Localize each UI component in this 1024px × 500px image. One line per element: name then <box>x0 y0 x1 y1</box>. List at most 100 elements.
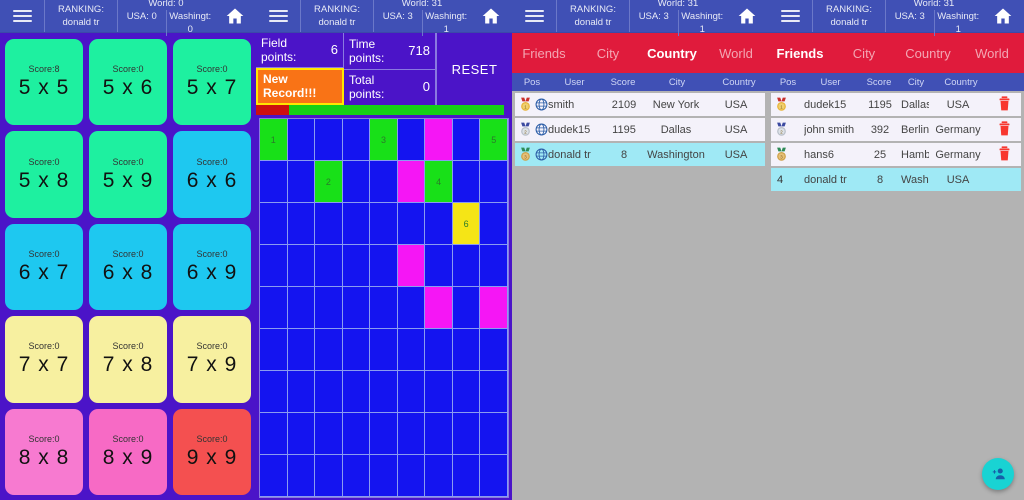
game-cell-r6-c1[interactable] <box>260 329 288 371</box>
menu-button-4[interactable] <box>768 0 812 32</box>
level-tile-6x9[interactable]: Score:0 6 x 9 <box>173 223 251 311</box>
game-cell-r9-c5[interactable] <box>370 455 398 497</box>
game-cell-r7-c7[interactable] <box>425 371 453 413</box>
home-button-3[interactable] <box>726 0 768 32</box>
level-tile-7x9[interactable]: Score:0 7 x 9 <box>173 316 251 403</box>
level-tile-6x7[interactable]: Score:0 6 x 7 <box>5 223 83 311</box>
game-grid[interactable]: 1 3 5 2 46 <box>259 118 509 498</box>
game-cell-r7-c1[interactable] <box>260 371 288 413</box>
game-cell-r7-c9[interactable] <box>480 371 508 413</box>
add-friend-button[interactable] <box>982 458 1014 490</box>
tab-friends[interactable]: Friends <box>768 46 832 61</box>
game-cell-r4-c1[interactable] <box>260 245 288 287</box>
game-cell-r3-c5[interactable] <box>370 203 398 245</box>
game-cell-r1-c5[interactable]: 3 <box>370 119 398 161</box>
game-cell-r9-c8[interactable] <box>452 455 481 497</box>
game-cell-r1-c8[interactable] <box>452 119 481 161</box>
game-cell-r5-c6[interactable] <box>397 287 426 329</box>
game-cell-r6-c6[interactable] <box>397 329 426 371</box>
tab-friends[interactable]: Friends <box>512 46 576 61</box>
game-cell-r3-c4[interactable] <box>342 203 371 245</box>
game-cell-r2-c2[interactable] <box>287 161 316 203</box>
game-cell-r3-c1[interactable] <box>260 203 288 245</box>
game-cell-r6-c7[interactable] <box>425 329 453 371</box>
game-cell-r5-c2[interactable] <box>287 287 316 329</box>
game-cell-r7-c5[interactable] <box>370 371 398 413</box>
game-cell-r5-c5[interactable] <box>370 287 398 329</box>
level-tile-5x7[interactable]: Score:0 5 x 7 <box>173 39 251 126</box>
game-cell-r1-c3[interactable] <box>315 119 343 161</box>
menu-button-2[interactable] <box>256 0 300 32</box>
game-cell-r7-c8[interactable] <box>452 371 481 413</box>
level-tile-5x8[interactable]: Score:0 5 x 8 <box>5 131 83 218</box>
game-cell-r8-c9[interactable] <box>480 413 508 455</box>
table-row[interactable]: 2 john smith 392 Berlin Germany <box>771 118 1021 141</box>
level-tile-5x6[interactable]: Score:0 5 x 6 <box>89 39 167 126</box>
game-cell-r5-c7[interactable] <box>425 287 453 329</box>
game-cell-r4-c3[interactable] <box>315 245 343 287</box>
game-cell-r5-c3[interactable] <box>315 287 343 329</box>
reset-button[interactable]: RESET <box>436 33 512 105</box>
game-cell-r4-c7[interactable] <box>425 245 453 287</box>
delete-friend-button[interactable] <box>987 94 1021 116</box>
game-cell-r3-c7[interactable] <box>425 203 453 245</box>
level-tile-6x8[interactable]: Score:0 6 x 8 <box>89 223 167 311</box>
delete-friend-button[interactable] <box>987 119 1021 141</box>
table-row[interactable]: 3 hans6 25 Hamburg Germany <box>771 143 1021 166</box>
game-cell-r4-c8[interactable] <box>452 245 481 287</box>
game-cell-r8-c7[interactable] <box>425 413 453 455</box>
level-tile-7x8[interactable]: Score:0 7 x 8 <box>89 316 167 403</box>
home-button-1[interactable] <box>214 0 256 32</box>
table-row[interactable]: 4 donald tr 8 Washington USA <box>771 168 1021 191</box>
game-cell-r7-c3[interactable] <box>315 371 343 413</box>
game-cell-r3-c2[interactable] <box>287 203 316 245</box>
game-cell-r4-c5[interactable] <box>370 245 398 287</box>
level-tile-8x9[interactable]: Score:0 8 x 9 <box>89 408 167 495</box>
game-cell-r4-c9[interactable] <box>480 245 508 287</box>
game-cell-r8-c5[interactable] <box>370 413 398 455</box>
level-tile-5x9[interactable]: Score:0 5 x 9 <box>89 131 167 218</box>
game-cell-r8-c6[interactable] <box>397 413 426 455</box>
game-cell-r1-c4[interactable] <box>342 119 371 161</box>
game-cell-r1-c7[interactable] <box>425 119 453 161</box>
game-cell-r8-c1[interactable] <box>260 413 288 455</box>
game-cell-r1-c2[interactable] <box>287 119 316 161</box>
level-tile-5x5[interactable]: Score:8 5 x 5 <box>5 39 83 126</box>
game-cell-r7-c2[interactable] <box>287 371 316 413</box>
game-cell-r1-c6[interactable] <box>397 119 426 161</box>
game-cell-r1-c1[interactable]: 1 <box>260 119 288 161</box>
tab-country[interactable]: Country <box>896 46 960 61</box>
game-cell-r9-c4[interactable] <box>342 455 371 497</box>
game-cell-r5-c4[interactable] <box>342 287 371 329</box>
tab-world[interactable]: World <box>960 46 1024 61</box>
game-cell-r8-c8[interactable] <box>452 413 481 455</box>
game-cell-r8-c2[interactable] <box>287 413 316 455</box>
game-cell-r8-c3[interactable] <box>315 413 343 455</box>
table-row[interactable]: 2 dudek15 1195 Dallas USA <box>515 118 765 141</box>
game-cell-r5-c8[interactable] <box>452 287 481 329</box>
game-cell-r6-c3[interactable] <box>315 329 343 371</box>
game-cell-r5-c9[interactable] <box>480 287 508 329</box>
menu-button-1[interactable] <box>0 0 44 32</box>
game-cell-r9-c9[interactable] <box>480 455 508 497</box>
game-cell-r6-c5[interactable] <box>370 329 398 371</box>
level-tile-9x9[interactable]: Score:0 9 x 9 <box>173 408 251 495</box>
table-row[interactable]: 1 smith 2109 New York USA <box>515 93 765 116</box>
game-cell-r5-c1[interactable] <box>260 287 288 329</box>
game-cell-r4-c6[interactable] <box>397 245 426 287</box>
game-cell-r6-c2[interactable] <box>287 329 316 371</box>
game-cell-r7-c4[interactable] <box>342 371 371 413</box>
game-cell-r9-c2[interactable] <box>287 455 316 497</box>
tab-country[interactable]: Country <box>640 46 704 61</box>
table-row[interactable]: 3 donald tr 8 Washington USA <box>515 143 765 166</box>
game-cell-r3-c6[interactable] <box>397 203 426 245</box>
game-cell-r3-c3[interactable] <box>315 203 343 245</box>
game-cell-r9-c1[interactable] <box>260 455 288 497</box>
game-cell-r9-c7[interactable] <box>425 455 453 497</box>
game-cell-r4-c2[interactable] <box>287 245 316 287</box>
game-cell-r2-c4[interactable] <box>342 161 371 203</box>
game-cell-r8-c4[interactable] <box>342 413 371 455</box>
game-cell-r2-c5[interactable] <box>370 161 398 203</box>
game-cell-r1-c9[interactable]: 5 <box>480 119 508 161</box>
game-cell-r7-c6[interactable] <box>397 371 426 413</box>
